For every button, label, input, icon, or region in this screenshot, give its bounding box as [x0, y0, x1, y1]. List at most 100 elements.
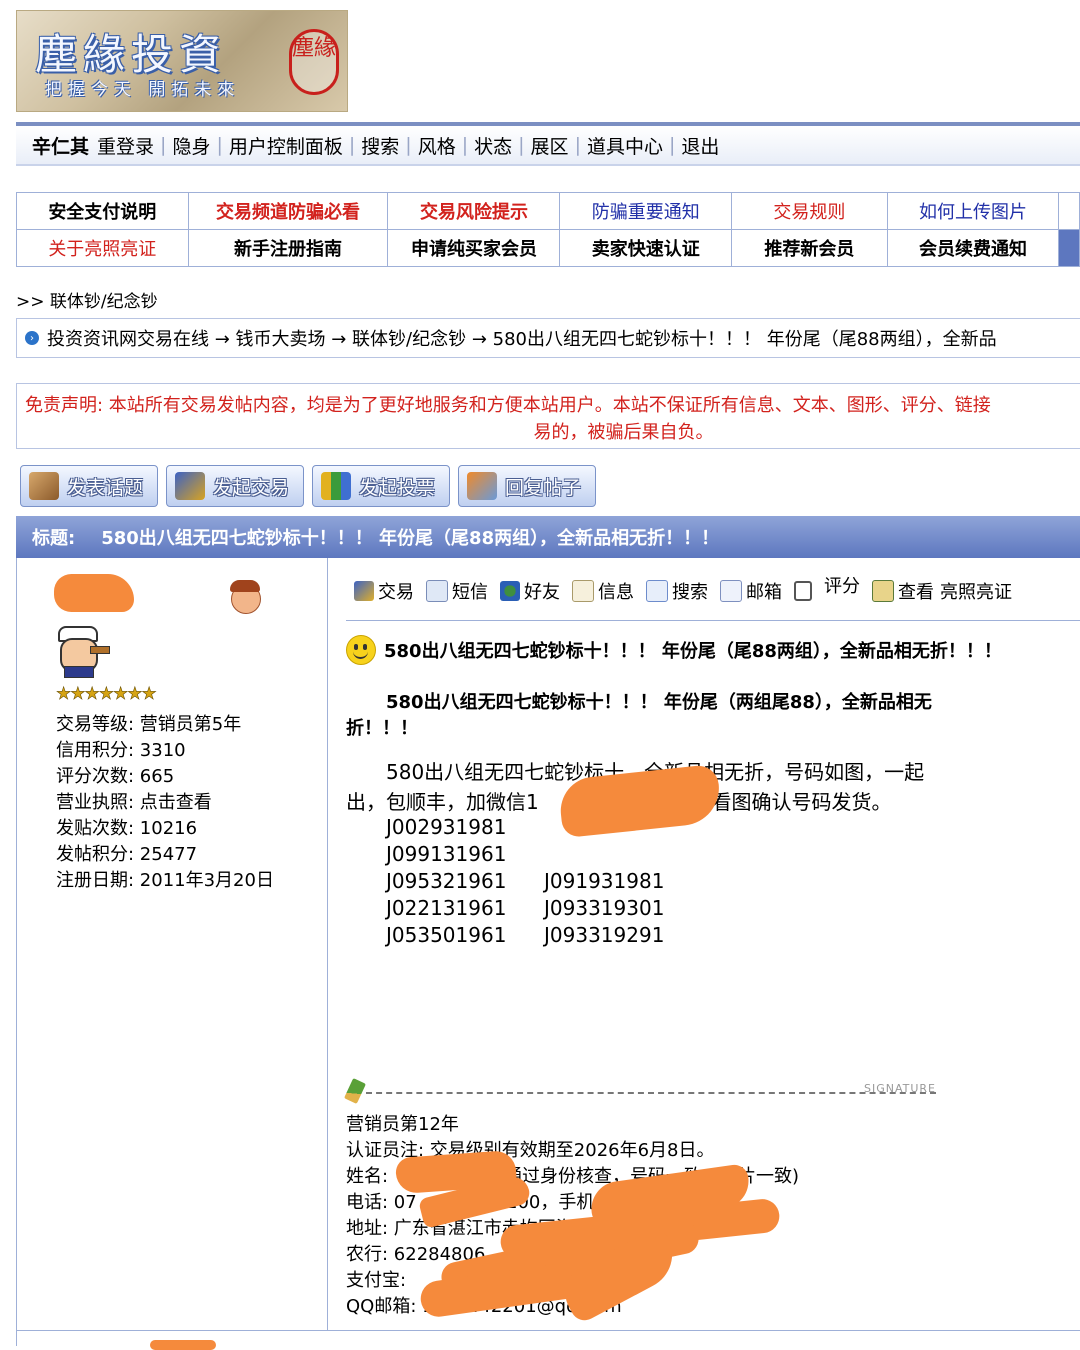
- search-link[interactable]: 搜索: [646, 578, 708, 604]
- disclaimer-line-1: 免责声明: 本站所有交易发帖内容，均是为了更好地服务和方便本站用户。本站不保证所…: [25, 395, 991, 416]
- post-body-2b: 2看图确认号码发货。: [698, 790, 892, 814]
- signature-dash: [366, 1092, 936, 1094]
- nav-control-panel[interactable]: 用户控制面板: [229, 132, 343, 159]
- mail-icon: [720, 580, 742, 602]
- serial-number: [544, 841, 664, 868]
- nav-separator: |: [668, 134, 676, 156]
- bar-chart-icon: [321, 472, 351, 500]
- forum-breadcrumb[interactable]: >> 联体钞/纪念钞: [16, 287, 158, 312]
- notice-new-user-guide[interactable]: 新手注册指南: [187, 229, 389, 267]
- stat-ratings: 评分次数: 665: [56, 766, 175, 787]
- shield-icon: [354, 581, 374, 601]
- nav-separator: |: [574, 134, 581, 156]
- search-icon: [646, 580, 668, 602]
- shield-icon: [175, 472, 205, 500]
- notice-renewal[interactable]: 会员续费通知: [886, 229, 1060, 267]
- nav-relogin[interactable]: 重登录: [97, 132, 154, 159]
- new-poll-label: 发起投票: [359, 476, 436, 499]
- disclaimer-line-2: 易的，被骗后果自负。: [533, 422, 714, 443]
- info-label: 信息: [598, 582, 634, 603]
- notice-risk[interactable]: 交易风险提示: [387, 192, 561, 230]
- site-logo[interactable]: 塵緣投資 把握今天 開拓未來 塵緣: [16, 10, 348, 112]
- message-label: 短信: [452, 582, 488, 603]
- rate-icon: [794, 581, 812, 601]
- serial-number: J093319301: [544, 896, 665, 920]
- notice-seller-verify[interactable]: 卖家快速认证: [559, 229, 733, 267]
- document-icon: [572, 580, 594, 602]
- logo-seal: 塵緣: [289, 29, 339, 95]
- reply-label: 回复帖子: [505, 476, 582, 499]
- nav-separator: |: [348, 134, 356, 156]
- nav-separator: |: [216, 134, 223, 156]
- rank-stars-icon: ★★★★★★★: [56, 684, 157, 705]
- rate-link[interactable]: 评分: [794, 576, 860, 604]
- notice-cell-cut: [1058, 229, 1080, 267]
- avatar[interactable]: [54, 626, 110, 678]
- male-avatar-icon: [228, 580, 262, 614]
- sig-phone: 电话: 07: [346, 1192, 417, 1213]
- logo-slogan: 把握今天 開拓未來: [45, 80, 241, 100]
- nav-status[interactable]: 状态: [474, 132, 512, 159]
- friend-link[interactable]: 好友: [500, 578, 560, 604]
- post-subheading-2: 折！！！: [346, 718, 418, 739]
- nav-style[interactable]: 风格: [418, 132, 456, 159]
- mail-link[interactable]: 邮箱: [720, 578, 782, 604]
- image-icon: [872, 580, 894, 602]
- thread-title-bar: 标题: 580出八组无四七蛇钞标十！！！ 年份尾（尾88两组），全新品相无折！！…: [16, 516, 1080, 558]
- notice-upload-images[interactable]: 如何上传图片: [886, 192, 1060, 230]
- nav-logout[interactable]: 退出: [681, 132, 719, 159]
- nav-separator: |: [405, 134, 412, 156]
- notice-license[interactable]: 关于亮照亮证: [16, 229, 189, 267]
- notice-safe-payment[interactable]: 安全支付说明: [16, 192, 189, 230]
- thread-title-label: 标题:: [32, 528, 76, 549]
- view-label: 查看: [898, 582, 934, 603]
- user-nav-bar: 辛仁其 重登录 | 隐身 | 用户控制面板 | 搜索 | 风格 | 状态 | 展区 | 道具中…: [16, 122, 1080, 166]
- friend-label: 好友: [524, 582, 560, 603]
- sig-cert: 认证员注: 交易级别有效期至2026年6月8日。: [346, 1140, 715, 1161]
- trade-link[interactable]: 交易: [354, 578, 414, 604]
- logo-title: 塵緣投資: [35, 30, 228, 79]
- pencil-icon: [29, 472, 59, 500]
- stat-post-points: 发帖积分: 25477: [56, 844, 198, 865]
- notice-recommend[interactable]: 推荐新会员: [731, 229, 888, 267]
- username[interactable]: 辛仁其: [32, 132, 89, 159]
- thread-title: 580出八组无四七蛇钞标十！！！ 年份尾（尾88两组），全新品相无折！！！: [101, 528, 720, 549]
- arrow-circle-icon: ›: [25, 331, 39, 345]
- nav-exhibit[interactable]: 展区: [531, 132, 569, 159]
- stat-credit: 信用积分: 3310: [56, 740, 186, 761]
- license-label: 亮照亮证: [940, 582, 1012, 603]
- notice-anti-fraud[interactable]: 交易频道防骗必看: [187, 192, 389, 230]
- message-link[interactable]: 短信: [426, 578, 488, 604]
- new-trade-button[interactable]: 发起交易: [166, 465, 304, 507]
- search-label: 搜索: [672, 582, 708, 603]
- nav-search[interactable]: 搜索: [361, 132, 399, 159]
- stat-license[interactable]: 营业执照: 点击查看: [56, 790, 274, 816]
- nav-item-center[interactable]: 道具中心: [587, 132, 663, 159]
- breadcrumb-path[interactable]: 投资资讯网交易在线 → 钱币大卖场 → 联体钞/纪念钞 → 580出八组无四七蛇…: [47, 325, 997, 351]
- nav-invisible[interactable]: 隐身: [172, 132, 210, 159]
- new-trade-label: 发起交易: [213, 476, 290, 499]
- serial-number: J002931981: [386, 815, 507, 839]
- nav-separator: |: [518, 134, 525, 156]
- notice-buyer-member[interactable]: 申请纯买家会员: [387, 229, 561, 267]
- info-link[interactable]: 信息: [572, 578, 634, 604]
- next-post-divider: [16, 1330, 1080, 1331]
- post-toolbar: 交易 短信 好友 信息 搜索 邮箱 评分 查看 亮照亮证: [354, 576, 1024, 604]
- serial-list-col-2: J091931981 J093319301 J093319291: [544, 814, 664, 949]
- serial-number: J053501961: [386, 923, 507, 947]
- view-license-link[interactable]: 查看 亮照亮证: [872, 578, 1012, 604]
- serial-list-col-1: J002931981 J099131961 J095321961 J022131…: [386, 814, 506, 949]
- sig-rank: 营销员第12年: [346, 1114, 459, 1135]
- reply-icon: [467, 472, 497, 500]
- reply-button[interactable]: 回复帖子: [458, 465, 596, 507]
- notice-fraud-important[interactable]: 防骗重要通知: [559, 192, 733, 230]
- new-topic-button[interactable]: 发表话题: [20, 465, 158, 507]
- redacted-next-username: [150, 1340, 216, 1350]
- notice-trade-rules[interactable]: 交易规则: [731, 192, 888, 230]
- friends-icon: [500, 581, 520, 601]
- sig-name: 姓名:: [346, 1166, 389, 1187]
- new-poll-button[interactable]: 发起投票: [312, 465, 450, 507]
- serial-number: J099131961: [386, 842, 507, 866]
- serial-number: J091931981: [544, 869, 665, 893]
- user-stats: 交易等级: 营销员第5年 信用积分: 3310 评分次数: 665 营业执照: …: [56, 712, 274, 894]
